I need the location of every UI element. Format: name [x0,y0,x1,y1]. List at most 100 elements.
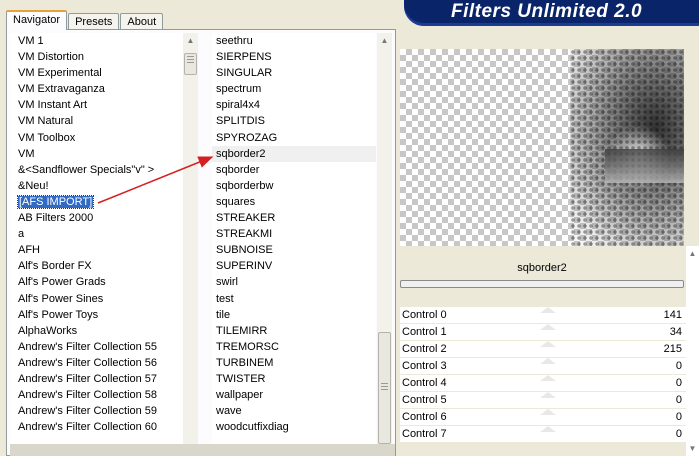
category-item[interactable]: VM [10,146,184,162]
filter-item[interactable]: SPLITDIS [212,113,376,129]
category-item[interactable]: Alf's Power Sines [10,291,184,307]
scroll-up-arrow-icon[interactable]: ▲ [686,246,699,261]
slider-thumb-icon[interactable] [540,409,556,415]
category-item[interactable]: AB Filters 2000 [10,210,184,226]
category-item[interactable]: AFH [10,242,184,258]
filter-item[interactable]: TURBINEM [212,355,376,371]
category-item[interactable]: Andrew's Filter Collection 60 [10,419,184,435]
category-item[interactable]: Andrew's Filter Collection 55 [10,339,184,355]
tab-bar: Navigator Presets About [6,10,164,30]
slider-thumb-icon[interactable] [540,375,556,381]
category-label: Andrew's Filter Collection 56 [18,356,158,369]
category-item[interactable]: Alf's Border FX [10,258,184,274]
category-item[interactable]: VM Toolbox [10,130,184,146]
category-label: &Neu! [18,179,49,192]
filter-item[interactable]: test [212,291,376,307]
control-slider-row[interactable]: Control 1 34 [400,324,686,341]
filter-item[interactable]: seethru [212,33,376,49]
scroll-thumb[interactable] [184,53,197,75]
filter-item[interactable]: SIERPENS [212,49,376,65]
filter-label: STREAKER [216,212,276,225]
category-item[interactable]: Andrew's Filter Collection 56 [10,355,184,371]
control-value: 0 [675,411,682,423]
category-item[interactable]: &Neu! [10,178,184,194]
filter-list[interactable]: seethru SIERPENS SINGULAR spectrum spiral4x4… [212,33,376,456]
category-item[interactable]: Alf's Power Grads [10,274,184,290]
scroll-up-arrow-icon[interactable]: ▲ [377,33,392,48]
filter-item[interactable]: spectrum [212,81,376,97]
control-value: 215 [663,343,682,355]
control-slider-row[interactable]: Control 5 0 [400,392,686,409]
filter-item[interactable]: TWISTER [212,371,376,387]
filter-item[interactable]: SPYROZAG [212,130,376,146]
control-slider-row[interactable]: Control 2 215 [400,341,686,358]
slider-thumb-icon[interactable] [540,341,556,347]
control-label: Control 4 [402,377,447,389]
controls-scrollbar[interactable]: ▲ ▼ [686,246,699,456]
category-label: Andrew's Filter Collection 59 [18,405,158,418]
filter-item[interactable]: SUBNOISE [212,242,376,258]
filter-item[interactable]: TREMORSC [212,339,376,355]
category-item[interactable]: VM Experimental [10,65,184,81]
scroll-up-arrow-icon[interactable]: ▲ [183,33,198,48]
category-item[interactable]: AlphaWorks [10,323,184,339]
tab-about[interactable]: About [120,13,164,30]
category-item[interactable]: Andrew's Filter Collection 58 [10,387,184,403]
scroll-down-arrow-icon[interactable]: ▼ [686,441,699,456]
control-label: Control 1 [402,326,447,338]
control-slider-row[interactable]: Control 7 0 [400,426,686,443]
filter-label: squares [216,195,256,208]
scroll-thumb[interactable] [378,332,391,444]
filter-label: SUBNOISE [216,244,273,257]
tab-presets[interactable]: Presets [68,13,120,30]
control-label: Control 7 [402,428,447,440]
tab-navigator[interactable]: Navigator [6,10,68,30]
filter-item[interactable]: wave [212,403,376,419]
category-item[interactable]: [AFS IMPORT] [10,194,184,210]
filter-item[interactable]: STREAKER [212,210,376,226]
category-label: VM Natural [18,115,74,128]
control-slider-row[interactable]: Control 6 0 [400,409,686,426]
filter-item[interactable]: STREAKMI [212,226,376,242]
zoom-slider[interactable] [400,280,684,288]
filter-item[interactable]: tile [212,307,376,323]
category-item[interactable]: a [10,226,184,242]
slider-thumb-icon[interactable] [540,307,556,313]
category-item[interactable]: VM Distortion [10,49,184,65]
category-item[interactable]: Alf's Power Toys [10,307,184,323]
filter-item[interactable]: woodcutfixdiag [212,419,376,435]
filter-item[interactable]: sqborder [212,162,376,178]
filter-item[interactable]: SINGULAR [212,65,376,81]
filter-item[interactable]: spiral4x4 [212,97,376,113]
filter-item[interactable]: wallpaper [212,387,376,403]
slider-thumb-icon[interactable] [540,358,556,364]
filter-scrollbar[interactable]: ▲ ▼ [377,33,392,456]
category-item[interactable]: VM Natural [10,113,184,129]
category-item[interactable]: Andrew's Filter Collection 57 [10,371,184,387]
control-label: Control 2 [402,343,447,355]
category-item[interactable]: &<Sandflower Specials"v" > [10,162,184,178]
category-label: VM Toolbox [18,131,76,144]
control-slider-row[interactable]: Control 3 0 [400,358,686,375]
category-item[interactable]: VM Instant Art [10,97,184,113]
category-item[interactable]: VM 1 [10,33,184,49]
filter-item[interactable]: squares [212,194,376,210]
filter-item[interactable]: sqborder2 [212,145,376,162]
filter-label: sqborder2 [216,147,266,160]
filter-item[interactable]: sqborderbw [212,178,376,194]
filter-item[interactable]: TILEMIRR [212,323,376,339]
category-label: &<Sandflower Specials"v" > [18,163,155,176]
category-list[interactable]: VM 1 VM Distortion VM Experimental VM Extra… [10,33,184,456]
slider-thumb-icon[interactable] [540,324,556,330]
control-label: Control 3 [402,360,447,372]
slider-thumb-icon[interactable] [540,392,556,398]
slider-thumb-icon[interactable] [540,426,556,432]
category-item[interactable]: VM Extravaganza [10,81,184,97]
control-slider-row[interactable]: Control 0 141 [400,307,686,324]
filter-item[interactable]: SUPERINV [212,258,376,274]
filter-item[interactable]: swirl [212,274,376,290]
category-scrollbar[interactable]: ▲ ▼ [183,33,198,456]
filter-label: SIERPENS [216,51,272,64]
control-slider-row[interactable]: Control 4 0 [400,375,686,392]
category-item[interactable]: Andrew's Filter Collection 59 [10,403,184,419]
